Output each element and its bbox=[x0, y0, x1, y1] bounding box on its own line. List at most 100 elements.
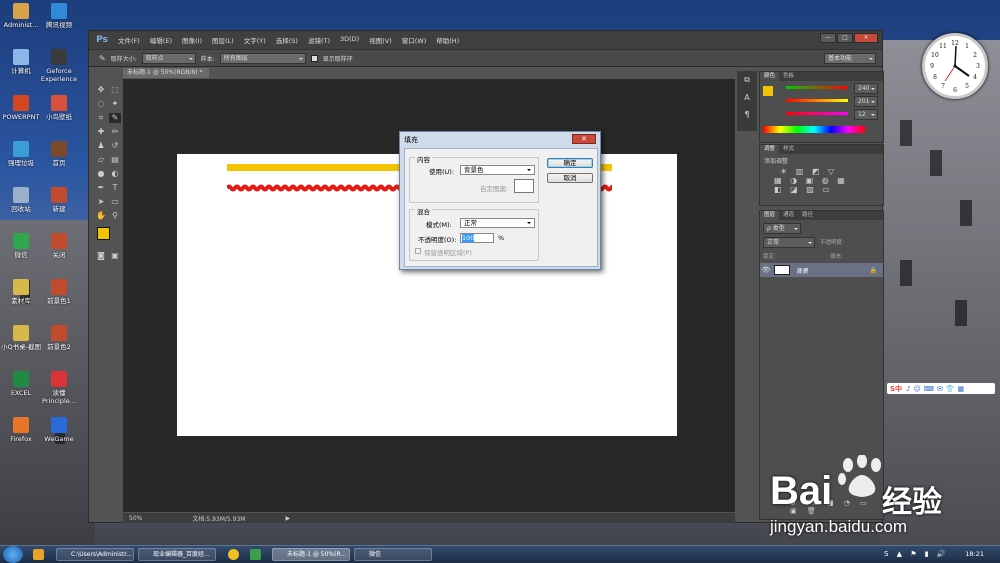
cancel-button[interactable]: 取消 bbox=[547, 173, 593, 183]
history-panel-icon[interactable]: ⧉ bbox=[737, 75, 757, 85]
mode-select[interactable]: 正常 bbox=[460, 218, 535, 228]
quicklaunch-icon-3[interactable] bbox=[250, 549, 261, 560]
close-button[interactable]: ✕ bbox=[854, 33, 878, 43]
b-value[interactable]: 12 bbox=[854, 109, 878, 120]
adjustment-icons-row2[interactable]: ▦ ◑ ▣ ◍ ▦ bbox=[760, 176, 883, 185]
desktop-icon[interactable]: POWERPNT bbox=[0, 95, 42, 121]
desktop-icon[interactable]: 回收站 bbox=[0, 187, 42, 213]
preserve-transparency-checkbox[interactable] bbox=[415, 248, 421, 254]
blue-slider[interactable] bbox=[786, 112, 848, 115]
tab-channels[interactable]: 通道 bbox=[779, 211, 798, 220]
menu-item[interactable]: 视图(V) bbox=[364, 35, 397, 45]
eye-icon[interactable]: 👁 bbox=[760, 266, 772, 274]
menu-item[interactable]: 选择(S) bbox=[271, 35, 303, 45]
tab-color[interactable]: 颜色 bbox=[760, 72, 780, 81]
tab-paths[interactable]: 路径 bbox=[798, 211, 817, 220]
task-browser[interactable]: 现业编辑器_百度经... bbox=[138, 548, 216, 561]
task-photoshop[interactable]: 未标题-1 @ 50%(R... bbox=[272, 548, 350, 561]
desktop-icon[interactable]: 新建 bbox=[38, 187, 80, 213]
menu-item[interactable]: 图层(L) bbox=[207, 35, 239, 45]
quicklaunch-icon-2[interactable] bbox=[228, 549, 239, 560]
desktop-icon[interactable]: 腾讯视频 bbox=[38, 3, 80, 29]
tab-styles[interactable]: 样式 bbox=[779, 145, 798, 154]
screen-mode-icon[interactable]: ▣ bbox=[109, 251, 121, 261]
adjustment-icons-row3[interactable]: ◧ ◪ ▨ ▭ bbox=[760, 185, 883, 194]
menu-item[interactable]: 图像(I) bbox=[177, 35, 207, 45]
pattern-picker[interactable] bbox=[514, 179, 534, 193]
workspace-select[interactable]: 基本功能 bbox=[824, 53, 876, 64]
quick-select-icon[interactable]: ✦ bbox=[109, 99, 121, 109]
shape-tool-icon[interactable]: ▭ bbox=[109, 197, 121, 207]
doc-size[interactable]: 文档:5.93M/5.93M bbox=[192, 514, 245, 523]
marquee-tool-icon[interactable]: ⬚ bbox=[109, 85, 121, 95]
menu-item[interactable]: 编辑(E) bbox=[145, 35, 177, 45]
foreground-color-swatch[interactable] bbox=[97, 227, 110, 240]
path-select-icon[interactable]: ➤ bbox=[95, 197, 107, 207]
opacity-input[interactable]: 100 bbox=[460, 233, 494, 243]
blend-mode-select[interactable]: 正常 bbox=[763, 237, 815, 248]
task-explorer[interactable]: C:\Users\Administr... bbox=[56, 548, 134, 561]
menu-item[interactable]: 3D(D) bbox=[335, 35, 364, 45]
color-panel-fg-swatch[interactable] bbox=[763, 86, 773, 96]
desktop-icon[interactable]: EXCEL bbox=[0, 371, 42, 397]
crop-tool-icon[interactable]: ⌗ bbox=[95, 113, 107, 123]
status-arrow-icon[interactable]: ▶ bbox=[285, 515, 290, 522]
start-button[interactable] bbox=[3, 546, 23, 563]
blur-tool-icon[interactable]: ● bbox=[95, 169, 107, 179]
menu-item[interactable]: 滤镜(T) bbox=[303, 35, 335, 45]
desktop-icon[interactable]: 读懂 Principle... bbox=[38, 371, 80, 405]
pen-tool-icon[interactable]: ✒ bbox=[95, 183, 107, 193]
type-tool-icon[interactable]: T bbox=[109, 183, 121, 193]
green-slider[interactable] bbox=[786, 99, 848, 102]
menu-item[interactable]: 文字(Y) bbox=[239, 35, 271, 45]
desktop-icon[interactable]: 计算机 bbox=[0, 49, 42, 75]
sample-size-select[interactable]: 取样点 bbox=[141, 52, 196, 64]
eyedropper-icon[interactable]: ✎ bbox=[99, 54, 106, 63]
character-panel-icon[interactable]: A bbox=[737, 93, 757, 102]
taskbar-clock[interactable]: 18:21 bbox=[965, 550, 984, 558]
brush-tool-icon[interactable]: ✏ bbox=[109, 127, 121, 137]
red-slider[interactable] bbox=[786, 86, 848, 89]
desktop-icon[interactable]: Firefox bbox=[0, 417, 42, 443]
tray-icons[interactable]: S ▲ ⚑ ▮ 🔊 bbox=[884, 550, 949, 558]
lasso-tool-icon[interactable]: ◌ bbox=[95, 99, 107, 109]
desktop-icon[interactable]: 素材库 bbox=[0, 279, 42, 305]
task-wechat[interactable]: 微信 bbox=[354, 548, 432, 561]
adjustment-icons-row1[interactable]: ☀ ▥ ◩ ▽ bbox=[760, 167, 883, 176]
desktop-icon[interactable]: 小Q书桌-截图 bbox=[0, 325, 42, 351]
ok-button[interactable]: 确定 bbox=[547, 158, 593, 168]
desktop-icon[interactable]: Geforce Experience bbox=[38, 49, 80, 83]
dialog-close-button[interactable]: ✕ bbox=[572, 134, 596, 144]
document-tab[interactable]: 未标题-1 @ 50%(RGB/8) * × bbox=[123, 68, 209, 86]
quickmask-icon[interactable]: ◙ bbox=[95, 251, 107, 261]
tab-swatches[interactable]: 色板 bbox=[779, 72, 798, 81]
eraser-tool-icon[interactable]: ▱ bbox=[95, 155, 107, 165]
quicklaunch-icon-1[interactable] bbox=[33, 549, 44, 560]
layer-name[interactable]: 背景 bbox=[796, 266, 808, 275]
desktop-icon[interactable]: 前景色2 bbox=[38, 325, 80, 351]
move-tool-icon[interactable]: ✥ bbox=[95, 85, 107, 95]
paragraph-panel-icon[interactable]: ¶ bbox=[737, 110, 757, 119]
menu-item[interactable]: 窗口(W) bbox=[397, 35, 432, 45]
maximize-button[interactable]: □ bbox=[837, 33, 853, 43]
ime-icons[interactable]: ♪☺⌨✉👕▦ bbox=[906, 385, 967, 393]
zoom-level[interactable]: 50% bbox=[129, 515, 142, 522]
desktop-icon[interactable]: 微信 bbox=[0, 233, 42, 259]
desktop-icon[interactable]: 关闭 bbox=[38, 233, 80, 259]
desktop-icon[interactable]: 首页 bbox=[38, 141, 80, 167]
menu-item[interactable]: 帮助(H) bbox=[431, 35, 464, 45]
desktop-icon[interactable]: 强理垃圾 bbox=[0, 141, 42, 167]
r-value[interactable]: 240 bbox=[854, 83, 878, 94]
desktop-icon[interactable]: Administ... bbox=[0, 3, 42, 29]
sample-select[interactable]: 所有图层 bbox=[219, 52, 306, 64]
tab-layers[interactable]: 图层 bbox=[760, 211, 780, 220]
ime-label[interactable]: S中 bbox=[890, 384, 902, 394]
color-spectrum[interactable] bbox=[763, 126, 865, 133]
g-value[interactable]: 201 bbox=[854, 96, 878, 107]
minimize-button[interactable]: — bbox=[820, 33, 836, 43]
layer-filter-select[interactable]: ρ 类型 bbox=[763, 223, 801, 234]
history-brush-icon[interactable]: ↺ bbox=[109, 141, 121, 151]
desktop-icon[interactable]: 前景色1 bbox=[38, 279, 80, 305]
clock-gadget[interactable]: 12 1 2 3 45 6 7 8 9 10 11 bbox=[922, 33, 988, 99]
desktop-icon[interactable]: 小鸟壁纸 bbox=[38, 95, 80, 121]
